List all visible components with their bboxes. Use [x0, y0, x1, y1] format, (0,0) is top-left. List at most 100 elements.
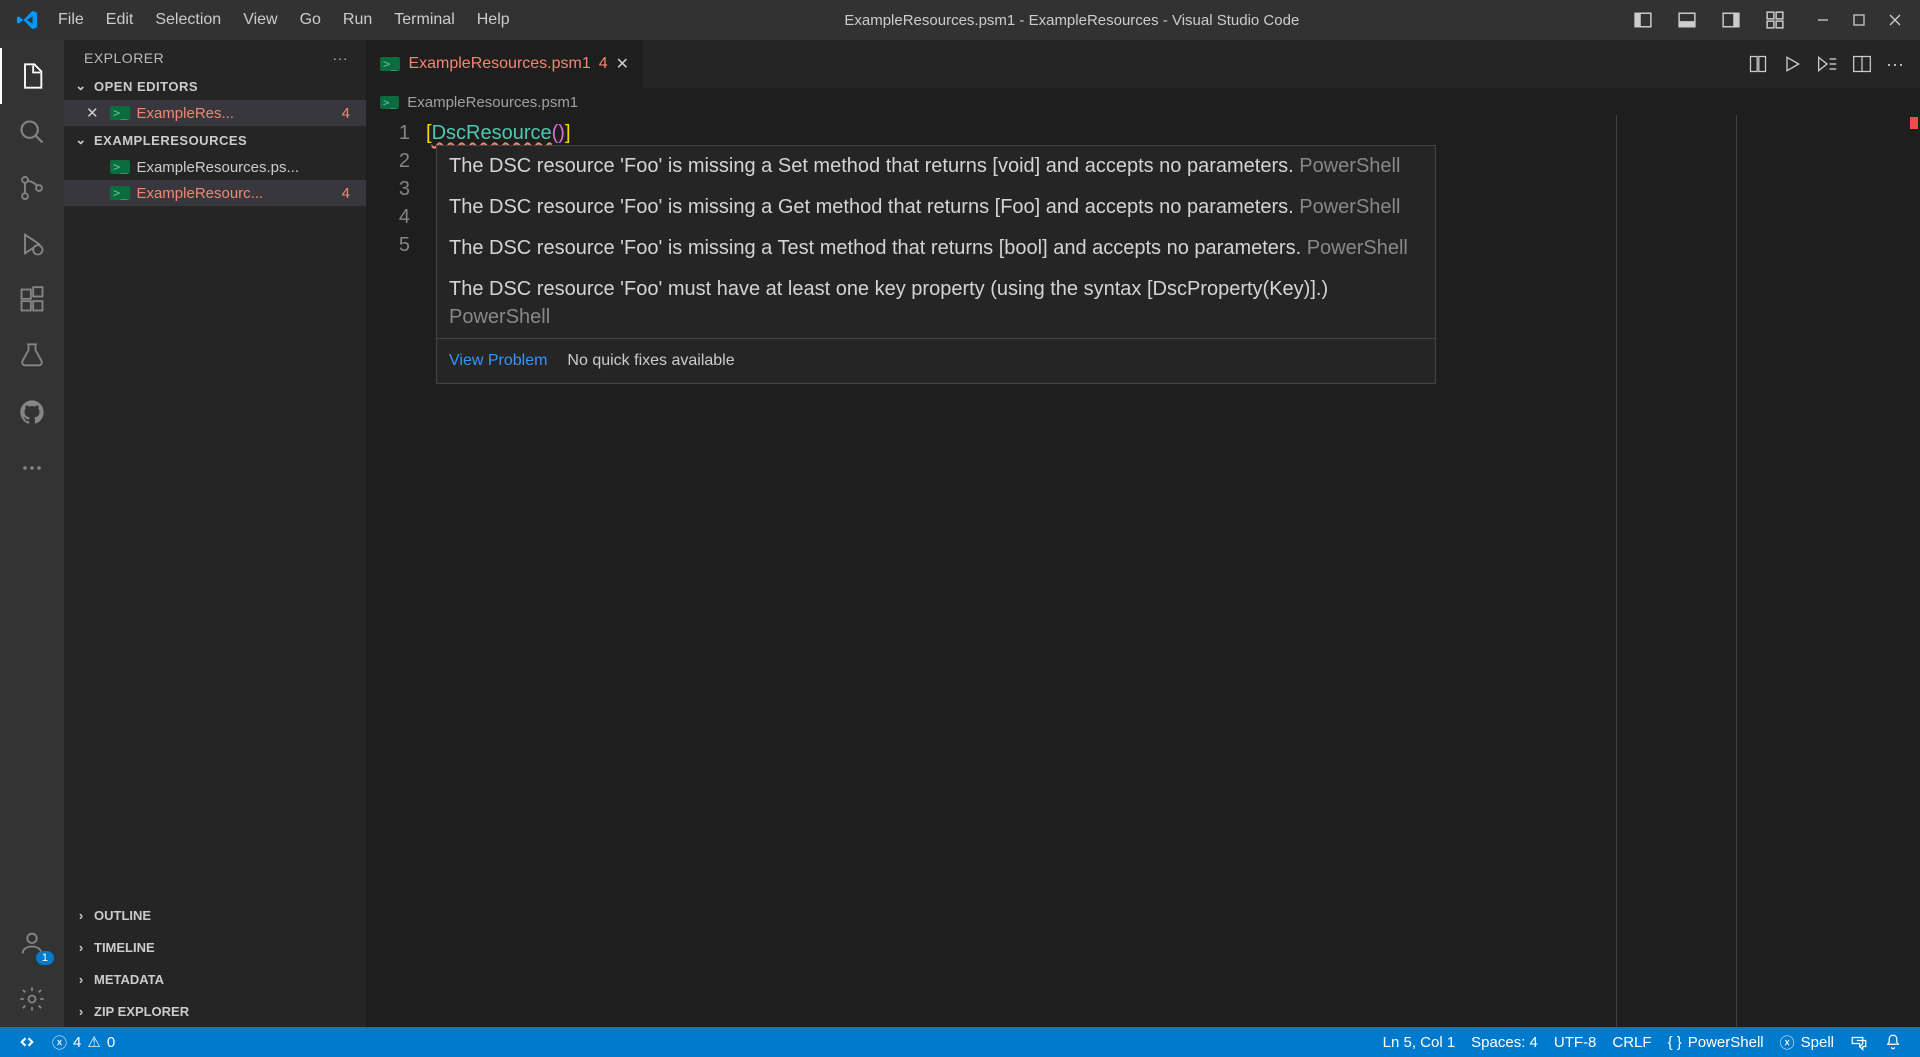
activity-run-debug-icon[interactable]	[0, 216, 64, 272]
zip-explorer-section[interactable]: ›ZIP EXPLORER	[64, 995, 366, 1027]
editor-tabs: >_ ExampleResources.psm1 4 ✕ ···	[366, 40, 1920, 88]
error-count: 4	[342, 185, 356, 202]
file-tree-item[interactable]: ✕ >_ ExampleResourc... 4	[64, 180, 366, 206]
run-file-icon[interactable]	[1782, 54, 1802, 75]
close-editor-icon[interactable]: ✕	[86, 104, 104, 122]
braces-icon: { }	[1668, 1034, 1682, 1051]
powershell-file-icon: >_	[110, 160, 130, 174]
maximize-icon[interactable]	[1842, 9, 1876, 31]
indentation-status[interactable]: Spaces: 4	[1463, 1032, 1546, 1053]
overview-ruler[interactable]	[1900, 115, 1920, 1027]
notifications-icon[interactable]	[1876, 1032, 1910, 1053]
error-count: 4	[342, 105, 356, 122]
activity-extensions-icon[interactable]	[0, 272, 64, 328]
problem-item: The DSC resource 'Foo' is missing a Get …	[437, 187, 1435, 228]
activity-explorer-icon[interactable]	[0, 48, 64, 104]
titlebar-layout-controls	[1624, 7, 1794, 33]
sidebar-header: EXPLORER ···	[64, 40, 366, 72]
feedback-icon[interactable]	[1842, 1032, 1876, 1053]
language-mode[interactable]: { }PowerShell	[1660, 1032, 1772, 1053]
file-tree-item[interactable]: ✕ >_ ExampleResources.ps...	[64, 154, 366, 180]
file-name: ExampleRes...	[136, 105, 335, 122]
main-area: 1 EXPLORER ··· ⌄ OPEN EDITORS ✕ >_ Examp…	[0, 40, 1920, 1027]
activity-testing-icon[interactable]	[0, 328, 64, 384]
line-number: 5	[366, 231, 410, 259]
open-editors-header[interactable]: ⌄ OPEN EDITORS	[64, 72, 366, 100]
close-icon[interactable]	[1878, 9, 1912, 31]
menu-selection[interactable]: Selection	[145, 5, 231, 35]
encoding-status[interactable]: UTF-8	[1546, 1032, 1605, 1053]
code-content[interactable]: [DscResource()] The DSC resource 'Foo' i…	[426, 115, 1920, 1027]
toggle-panel-icon[interactable]	[1668, 7, 1706, 33]
type-token: DscResource	[432, 122, 552, 144]
activity-github-icon[interactable]	[0, 384, 64, 440]
customize-layout-icon[interactable]	[1756, 7, 1794, 33]
menu-terminal[interactable]: Terminal	[384, 5, 464, 35]
section-label: METADATA	[94, 972, 164, 987]
problem-message: The DSC resource 'Foo' must have at leas…	[449, 278, 1328, 300]
toggle-secondary-sidebar-icon[interactable]	[1712, 7, 1750, 33]
menu-file[interactable]: File	[48, 5, 94, 35]
editor-actions: ···	[1748, 54, 1920, 75]
view-problem-link[interactable]: View Problem	[449, 347, 547, 375]
editor-ruler	[1616, 115, 1617, 1027]
metadata-section[interactable]: › METADATA	[64, 963, 366, 995]
editor-more-icon[interactable]: ···	[1886, 54, 1904, 75]
workspace-header[interactable]: ⌄ EXAMPLERESOURCES	[64, 126, 366, 154]
spell-status[interactable]: ⓧSpell	[1772, 1032, 1842, 1053]
workspace-label: EXAMPLERESOURCES	[94, 133, 247, 148]
menu-edit[interactable]: Edit	[96, 5, 144, 35]
chevron-right-icon: ›	[74, 972, 88, 987]
problem-message: The DSC resource 'Foo' is missing a Get …	[449, 196, 1294, 218]
window-controls	[1806, 9, 1912, 31]
section-label: TIMELINE	[94, 940, 155, 955]
breadcrumb[interactable]: >_ ExampleResources.psm1	[366, 88, 1920, 115]
hover-footer: View Problem No quick fixes available	[437, 338, 1435, 383]
explorer-sidebar: EXPLORER ··· ⌄ OPEN EDITORS ✕ >_ Example…	[64, 40, 366, 1027]
status-bar: ⓧ 4 ⚠ 0 Ln 5, Col 1 Spaces: 4 UTF-8 CRLF…	[0, 1027, 1920, 1057]
run-selection-icon[interactable]	[1816, 54, 1838, 75]
file-name: ExampleResourc...	[136, 185, 335, 202]
problem-source: PowerShell	[1299, 155, 1400, 177]
problem-message: The DSC resource 'Foo' is missing a Set …	[449, 155, 1294, 177]
toggle-primary-sidebar-icon[interactable]	[1624, 7, 1662, 33]
activity-source-control-icon[interactable]	[0, 160, 64, 216]
warning-count: 0	[107, 1034, 115, 1051]
problem-source: PowerShell	[1299, 196, 1400, 218]
problem-source: PowerShell	[449, 306, 550, 328]
file-name: ExampleResources.ps...	[136, 159, 356, 176]
eol-status[interactable]: CRLF	[1604, 1032, 1659, 1053]
activity-accounts-icon[interactable]: 1	[0, 915, 64, 971]
problem-item: The DSC resource 'Foo' is missing a Test…	[437, 228, 1435, 269]
titlebar: File Edit Selection View Go Run Terminal…	[0, 0, 1920, 40]
problems-status[interactable]: ⓧ 4 ⚠ 0	[44, 1032, 123, 1053]
menu-help[interactable]: Help	[467, 5, 520, 35]
activity-more-icon[interactable]	[0, 440, 64, 496]
timeline-section[interactable]: ›TIMELINE	[64, 931, 366, 963]
open-editor-item[interactable]: ✕ >_ ExampleRes... 4	[64, 100, 366, 126]
line-number: 2	[366, 147, 410, 175]
sidebar-more-icon[interactable]: ···	[333, 50, 349, 66]
line-gutter: 1 2 3 4 5	[366, 115, 426, 1027]
tab-close-icon[interactable]: ✕	[616, 54, 629, 74]
activity-search-icon[interactable]	[0, 104, 64, 160]
code-line: [DscResource()]	[426, 119, 1920, 147]
menu-view[interactable]: View	[233, 5, 287, 35]
tab-filename: ExampleResources.psm1	[408, 55, 590, 73]
outline-section[interactable]: ›OUTLINE	[64, 899, 366, 931]
open-editors-label: OPEN EDITORS	[94, 79, 198, 94]
error-count: 4	[73, 1034, 81, 1051]
split-editor-icon[interactable]	[1852, 54, 1872, 75]
chevron-right-icon: ›	[74, 1004, 88, 1019]
menu-run[interactable]: Run	[333, 5, 382, 35]
editor-tab[interactable]: >_ ExampleResources.psm1 4 ✕	[366, 40, 644, 88]
chevron-down-icon: ⌄	[74, 132, 88, 148]
menu-go[interactable]: Go	[290, 5, 331, 35]
error-icon: ⓧ	[52, 1032, 67, 1053]
remote-indicator[interactable]	[10, 1033, 44, 1051]
minimize-icon[interactable]	[1806, 9, 1840, 31]
activity-settings-icon[interactable]	[0, 971, 64, 1027]
editor-body[interactable]: 1 2 3 4 5 [DscResource()] The DSC resour…	[366, 115, 1920, 1027]
cursor-position[interactable]: Ln 5, Col 1	[1375, 1032, 1464, 1053]
compare-changes-icon[interactable]	[1748, 54, 1768, 75]
